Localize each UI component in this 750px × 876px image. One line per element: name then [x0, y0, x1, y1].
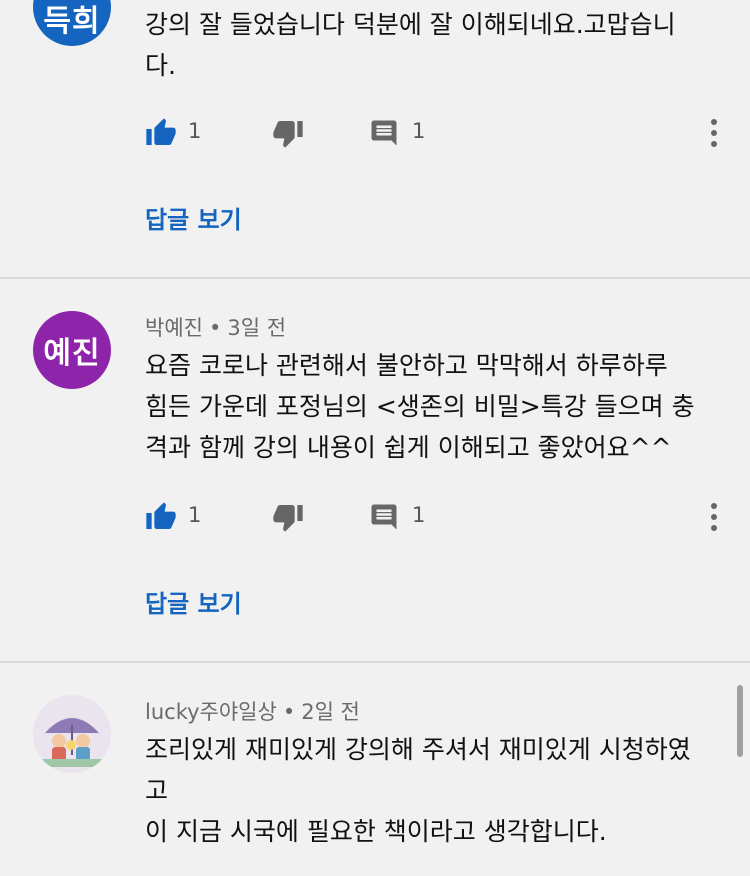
comment-text: 조리있게 재미있게 강의해 주셔서 재미있게 시청하였 고 이 지금 시국에 필… — [145, 729, 725, 852]
comment-line: 격과 함께 강의 내용이 쉽게 이해되고 좋았어요^^ — [145, 433, 672, 462]
like-count: 1 — [188, 119, 202, 143]
comment-meta: 박예진 • 3일 전 — [145, 312, 286, 342]
like-button[interactable] — [145, 497, 177, 537]
more-vertical-icon — [711, 119, 717, 147]
separator: • — [208, 316, 222, 340]
avatar[interactable] — [33, 695, 111, 773]
comment-line: 조리있게 재미있게 강의해 주셔서 재미있게 시청하였 — [145, 735, 691, 764]
comment-meta: lucky주야일상 • 2일 전 — [145, 696, 360, 726]
more-options-button[interactable] — [700, 497, 728, 537]
view-replies-link[interactable]: 답글 보기 — [145, 200, 242, 235]
comment-line: 힘든 가운데 포정님의 <생존의 비밀>특강 들으며 충 — [145, 392, 695, 421]
comment-line: 다. — [145, 51, 176, 80]
avatar[interactable]: 예진 — [33, 311, 111, 389]
comment-line: 고 — [145, 776, 169, 805]
comment-text: 요즘 코로나 관련해서 불안하고 막막해서 하루하루 힘든 가운데 포정님의 <… — [145, 345, 725, 468]
comment-line: 강의 잘 들었습니다 덕분에 잘 이해되네요.고맙습니 — [145, 10, 676, 39]
dislike-button[interactable] — [272, 497, 304, 537]
reply-button[interactable] — [369, 497, 399, 537]
author-name[interactable]: lucky주야일상 — [145, 700, 277, 724]
avatar-initials: 예진 — [43, 336, 101, 371]
comment-line: 이 지금 시국에 필요한 책이라고 생각합니다. — [145, 817, 607, 846]
reply-comment-icon — [371, 504, 397, 530]
like-button[interactable] — [145, 113, 177, 153]
reply-count: 1 — [412, 503, 426, 527]
scrollbar-thumb[interactable] — [737, 685, 743, 757]
comment-text: 강의 잘 들었습니다 덕분에 잘 이해되네요.고맙습니 다. — [145, 4, 725, 86]
thumbs-down-icon — [273, 505, 303, 532]
view-replies-link[interactable]: 답글 보기 — [145, 584, 242, 619]
avatar-initials: 득희 — [43, 4, 101, 39]
comments-page: 득희 강의 잘 들었습니다 덕분에 잘 이해되네요.고맙습니 다. 1 1 답글… — [0, 0, 750, 876]
more-vertical-icon — [711, 503, 717, 531]
comment-line: 요즘 코로나 관련해서 불안하고 막막해서 하루하루 — [145, 351, 668, 380]
divider — [0, 661, 750, 663]
reply-button[interactable] — [369, 113, 399, 153]
separator: • — [282, 700, 296, 724]
dislike-button[interactable] — [272, 113, 304, 153]
thumbs-up-icon — [146, 502, 176, 529]
divider — [0, 277, 750, 279]
reply-count: 1 — [412, 119, 426, 143]
illustrated-avatar-image — [33, 695, 111, 773]
comment-time: 2일 전 — [301, 700, 360, 724]
author-name[interactable]: 박예진 — [145, 316, 203, 340]
comment-actions: 1 1 — [0, 113, 750, 153]
thumbs-down-icon — [273, 121, 303, 148]
more-options-button[interactable] — [700, 113, 728, 153]
like-count: 1 — [188, 503, 202, 527]
comment-actions: 1 1 — [0, 497, 750, 537]
thumbs-up-icon — [146, 118, 176, 145]
comment-time: 3일 전 — [227, 316, 287, 340]
reply-comment-icon — [371, 120, 397, 146]
avatar[interactable]: 득희 — [33, 0, 111, 46]
